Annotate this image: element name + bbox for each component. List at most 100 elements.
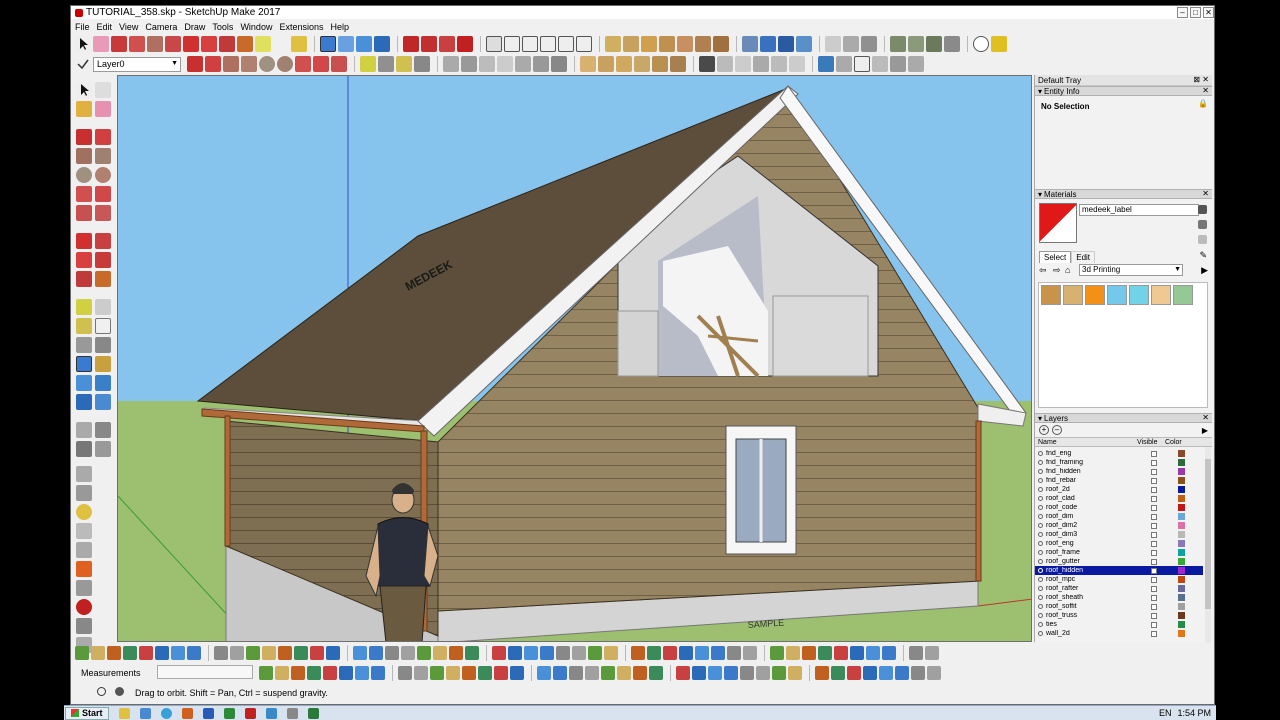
menu-extensions[interactable]: Extensions: [279, 22, 323, 32]
layers-details-icon[interactable]: ▶: [1202, 426, 1208, 435]
layer-color-swatch[interactable]: [1178, 621, 1185, 628]
nav-forward-icon[interactable]: ⇨: [1053, 265, 1061, 276]
layer-visible-checkbox[interactable]: [1151, 612, 1157, 619]
layer-active-radio[interactable]: [1038, 577, 1043, 582]
shadow-icon[interactable]: [699, 56, 715, 72]
layer-color-swatch[interactable]: [1178, 612, 1185, 619]
layer-color-swatch[interactable]: [1178, 567, 1185, 574]
tape-measure-icon[interactable]: [255, 36, 271, 52]
bottom-row2-tool-icon[interactable]: [355, 666, 369, 680]
bottom-row1-tool-icon[interactable]: [770, 646, 784, 660]
bottom-row1-tool-icon[interactable]: [882, 646, 896, 660]
arc-2-icon[interactable]: [295, 56, 311, 72]
menu-draw[interactable]: Draw: [184, 22, 205, 32]
layer-row[interactable]: wall_2d: [1035, 629, 1203, 638]
bottom-row1-tool-icon[interactable]: [171, 646, 185, 660]
bottom-row2-tool-icon[interactable]: [788, 666, 802, 680]
materials-header[interactable]: Materials ✕: [1035, 189, 1212, 199]
layer-active-radio[interactable]: [1038, 613, 1043, 618]
tab-edit[interactable]: Edit: [1071, 251, 1096, 263]
bottom-row2-tool-icon[interactable]: [649, 666, 663, 680]
roof-icon[interactable]: [641, 36, 657, 52]
top-view-icon[interactable]: [504, 36, 520, 52]
layer-active-radio[interactable]: [1038, 451, 1043, 456]
layer-color-swatch[interactable]: [1178, 540, 1185, 547]
layers-close-icon[interactable]: ✕: [1202, 413, 1209, 422]
app-icon-3[interactable]: [307, 707, 319, 719]
layer-color-swatch[interactable]: [1178, 558, 1185, 565]
rotated-rectangle-icon[interactable]: [241, 56, 257, 72]
material-swatch[interactable]: [1107, 285, 1127, 305]
arc2-left-icon[interactable]: [95, 186, 111, 202]
layer-visible-checkbox[interactable]: [1151, 495, 1157, 502]
freehand-left-icon[interactable]: [95, 129, 111, 145]
layer-color-swatch[interactable]: [1178, 576, 1185, 583]
layer-row[interactable]: roof_hidden: [1035, 566, 1203, 575]
excel-icon[interactable]: [223, 707, 235, 719]
make-component-icon[interactable]: [95, 82, 111, 98]
layer-row[interactable]: roof_frame: [1035, 548, 1203, 557]
home-icon[interactable]: ⌂: [1065, 265, 1070, 275]
layer-row[interactable]: roof_sheath: [1035, 593, 1203, 602]
smoove-icon[interactable]: [926, 36, 942, 52]
layer-color-swatch[interactable]: [1178, 585, 1185, 592]
arc-left-icon[interactable]: [76, 186, 92, 202]
layer-active-radio[interactable]: [1038, 559, 1043, 564]
circle-icon[interactable]: [259, 56, 275, 72]
zoom-left-icon[interactable]: [76, 375, 92, 391]
flip-edge-icon[interactable]: [76, 618, 92, 634]
layer-visible-checkbox[interactable]: [1151, 540, 1157, 547]
orbit-icon[interactable]: [320, 36, 336, 52]
bottom-row1-tool-icon[interactable]: [107, 646, 121, 660]
follow-me-icon[interactable]: [95, 252, 111, 268]
scale-icon[interactable]: [219, 36, 235, 52]
front-view-icon[interactable]: [522, 36, 538, 52]
material-swatch[interactable]: [1129, 285, 1149, 305]
arc-icon[interactable]: [129, 36, 145, 52]
bottom-row2-tool-icon[interactable]: [339, 666, 353, 680]
layer-active-radio[interactable]: [1038, 460, 1043, 465]
bottom-row1-tool-icon[interactable]: [663, 646, 677, 660]
bottom-row1-tool-icon[interactable]: [834, 646, 848, 660]
bottom-row1-tool-icon[interactable]: [465, 646, 479, 660]
ie-icon[interactable]: [139, 707, 151, 719]
bottom-row2-tool-icon[interactable]: [371, 666, 385, 680]
polygon-left-icon[interactable]: [95, 167, 111, 183]
menu-edit[interactable]: Edit: [97, 22, 113, 32]
protractor-left-icon[interactable]: [76, 318, 92, 334]
move-left-icon[interactable]: [76, 233, 92, 249]
material-swatch[interactable]: [1173, 285, 1193, 305]
layer-active-radio[interactable]: [1038, 478, 1043, 483]
add-detail-icon[interactable]: [76, 580, 92, 596]
bottom-row2-tool-icon[interactable]: [911, 666, 925, 680]
bottom-row2-tool-icon[interactable]: [601, 666, 615, 680]
bottom-row1-tool-icon[interactable]: [727, 646, 741, 660]
layer-visible-checkbox[interactable]: [1151, 522, 1157, 529]
layer-row[interactable]: roof_dim2: [1035, 521, 1203, 530]
pie-left-icon[interactable]: [95, 205, 111, 221]
bottom-row1-tool-icon[interactable]: [492, 646, 506, 660]
layer-active-radio[interactable]: [1038, 586, 1043, 591]
style-3-icon[interactable]: [753, 56, 769, 72]
app-icon-2[interactable]: [286, 707, 298, 719]
bottom-row1-tool-icon[interactable]: [802, 646, 816, 660]
bottom-row2-tool-icon[interactable]: [478, 666, 492, 680]
layer-color-swatch[interactable]: [1178, 549, 1185, 556]
bottom-row2-tool-icon[interactable]: [430, 666, 444, 680]
layer-color-swatch[interactable]: [1178, 459, 1185, 466]
layer-row[interactable]: roof_rafter: [1035, 584, 1203, 593]
layer-visible-checkbox[interactable]: [1151, 459, 1157, 466]
text-left-icon[interactable]: [95, 318, 111, 334]
bottom-row1-tool-icon[interactable]: [230, 646, 244, 660]
style-1-icon[interactable]: [717, 56, 733, 72]
zoom-extents-left-icon[interactable]: [76, 394, 92, 410]
stop-icon[interactable]: [76, 599, 92, 615]
bottom-row1-tool-icon[interactable]: [91, 646, 105, 660]
stamp-icon[interactable]: [944, 36, 960, 52]
offset-icon[interactable]: [237, 36, 253, 52]
dimension-left-icon[interactable]: [95, 299, 111, 315]
bottom-row2-tool-icon[interactable]: [553, 666, 567, 680]
material-swatch[interactable]: [1063, 285, 1083, 305]
wall-gear-icon[interactable]: [652, 56, 668, 72]
default-material-icon[interactable]: [1198, 235, 1207, 244]
